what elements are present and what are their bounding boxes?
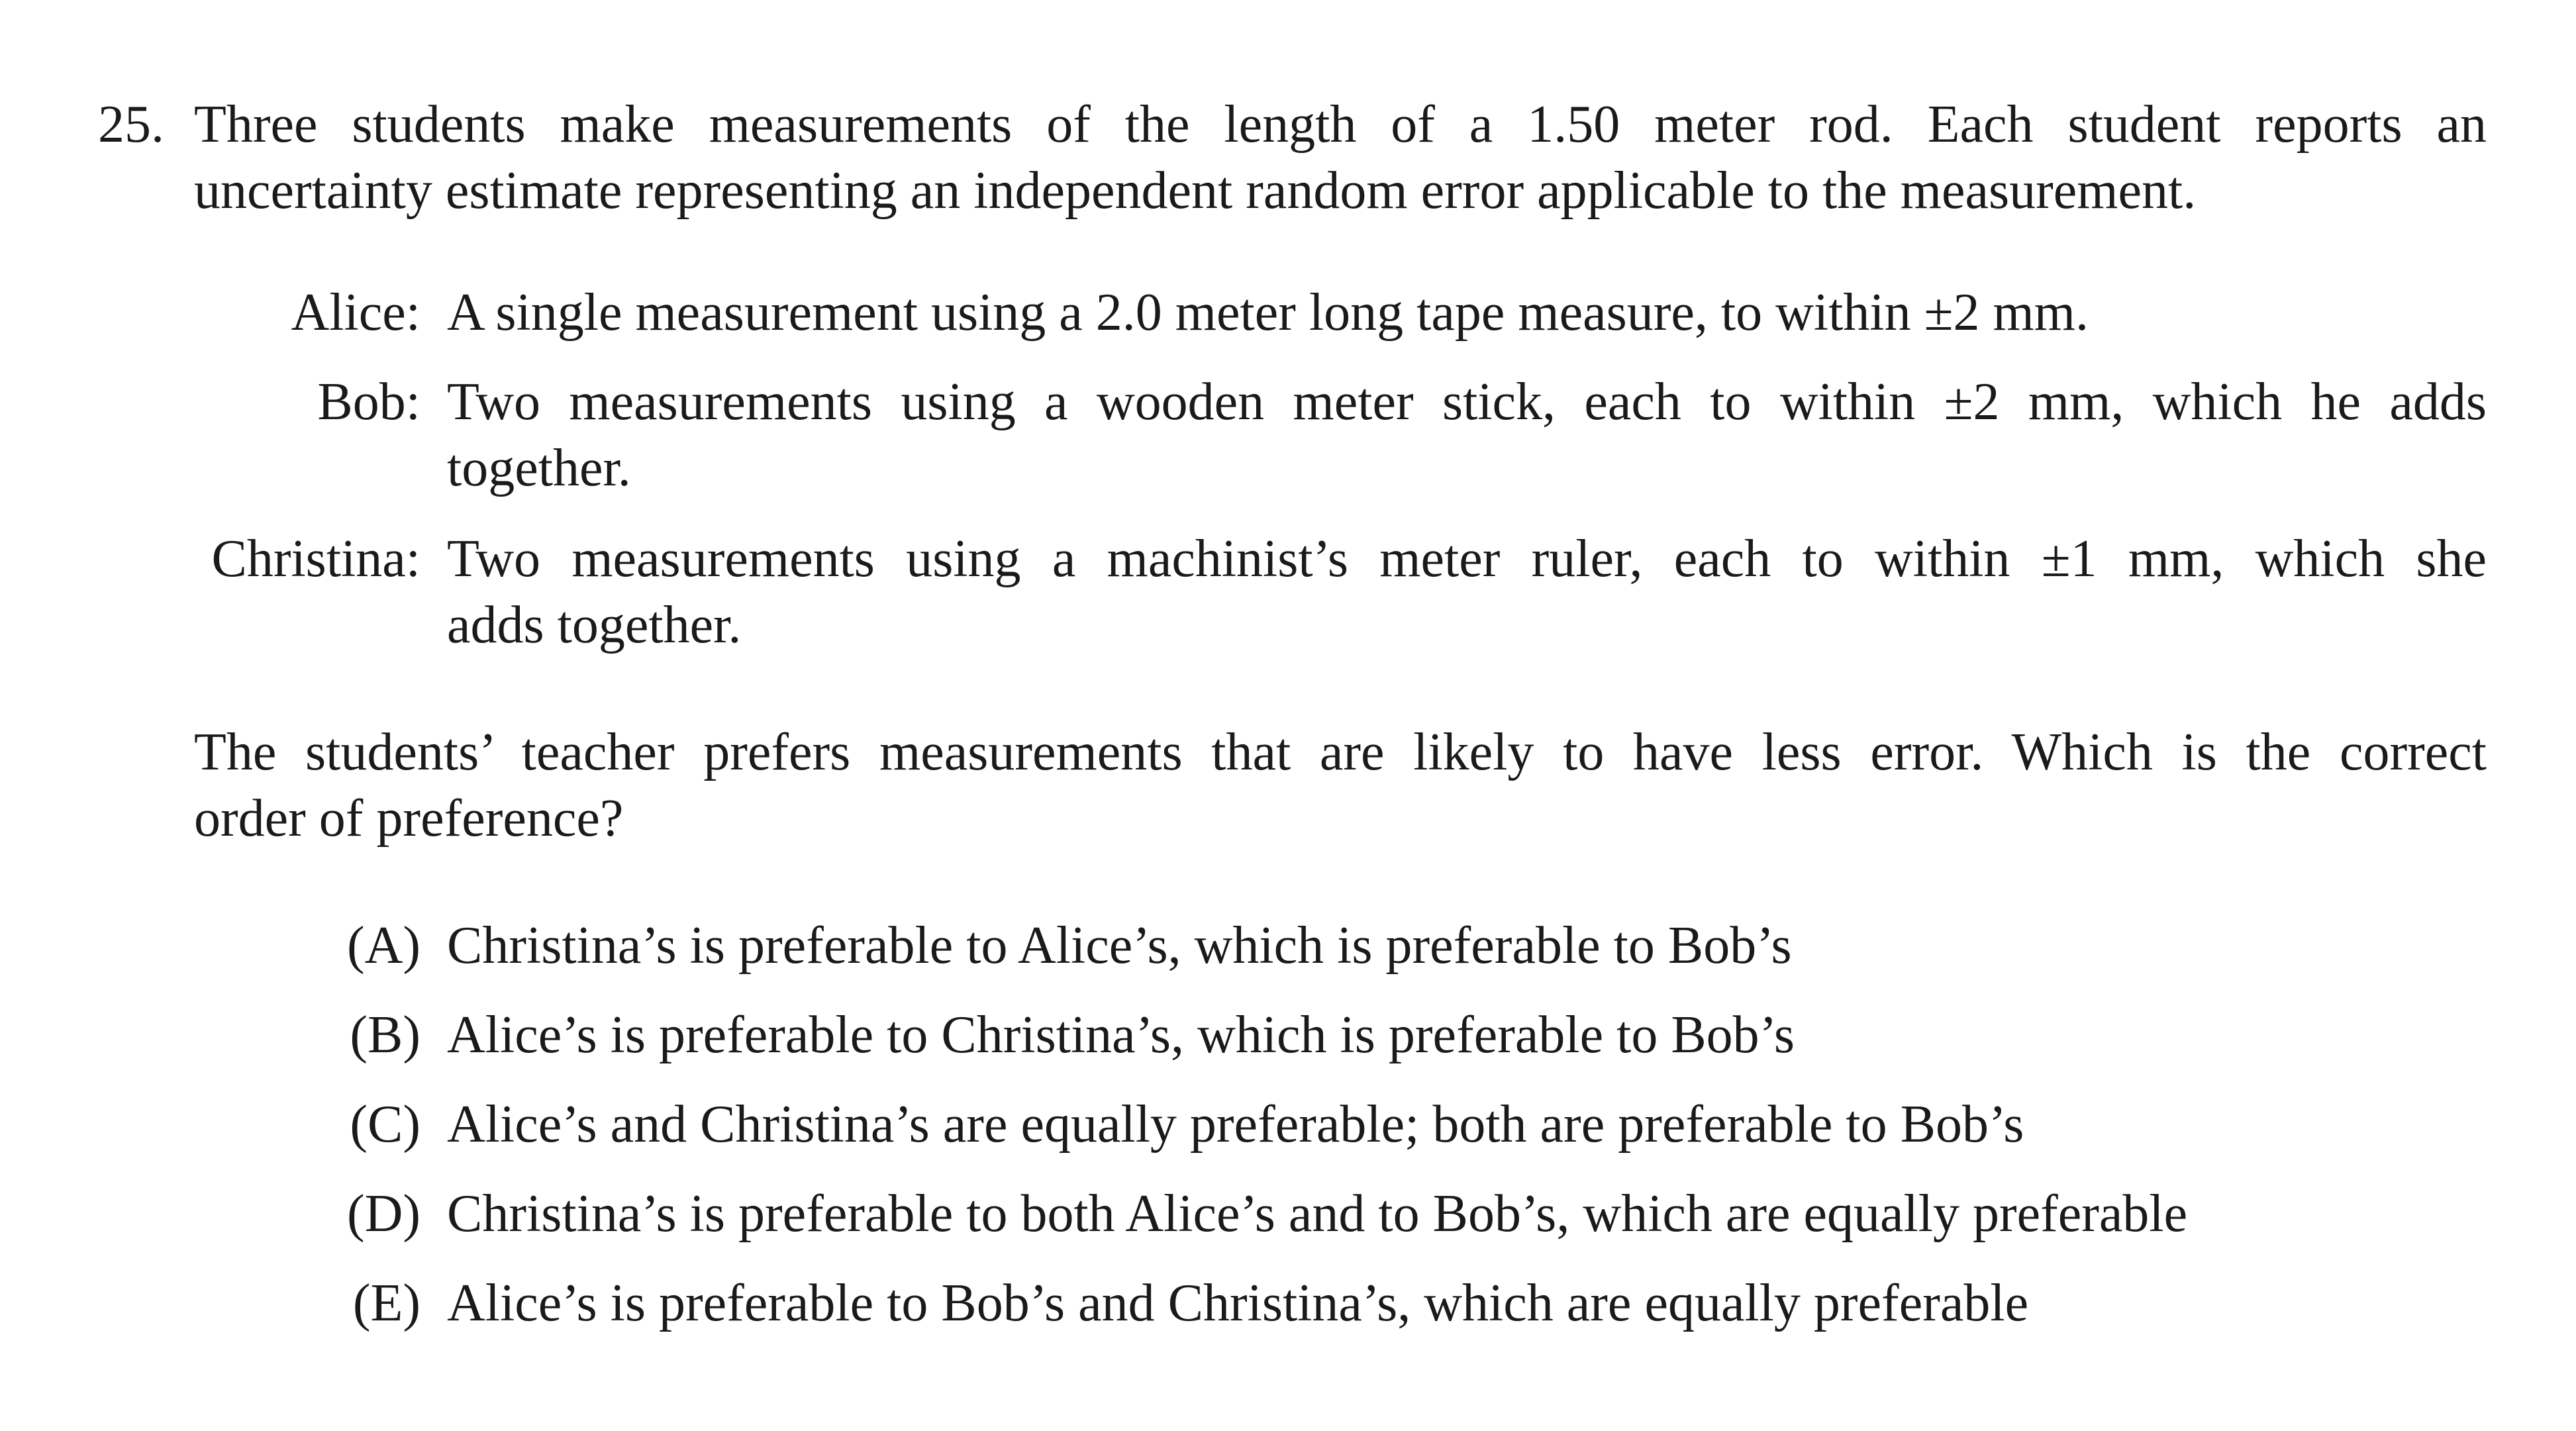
- question-intro-line-2: uncertainty estimate representing an ind…: [194, 162, 2197, 220]
- choice-text-a: Christina’s is preferable to Alice’s, wh…: [447, 916, 1792, 975]
- choice-label-a: (A): [346, 916, 421, 975]
- student-name-christina: Christina:: [211, 530, 421, 588]
- choice-text-d: Christina’s is preferable to both Alice’…: [447, 1185, 2188, 1243]
- choice-label-c: (C): [350, 1095, 421, 1154]
- question-page: 25. Three students make measurements of …: [0, 0, 2576, 1431]
- student-name-bob: Bob:: [317, 373, 421, 431]
- choice-label-d: (D): [346, 1185, 421, 1243]
- student-description-christina-line-1: Two measurements using a machinist’s met…: [447, 530, 2487, 588]
- choice-label-e: (E): [352, 1274, 421, 1332]
- choice-label-b: (B): [350, 1006, 421, 1064]
- student-description-bob-line-2: together.: [447, 439, 631, 497]
- choice-text-b: Alice’s is preferable to Christina’s, wh…: [447, 1006, 1795, 1064]
- student-description-alice: A single measurement using a 2.0 meter l…: [447, 283, 2089, 342]
- question-intro-line-1: Three students make measurements of the …: [194, 95, 2487, 154]
- question-prompt-line-1: The students’ teacher prefers measuremen…: [194, 723, 2487, 781]
- student-description-christina-line-2: adds together.: [447, 596, 742, 654]
- question-number: 25.: [98, 95, 164, 154]
- choice-text-e: Alice’s is preferable to Bob’s and Chris…: [447, 1274, 2029, 1332]
- question-prompt-line-2: order of preference?: [194, 789, 624, 848]
- student-name-alice: Alice:: [291, 283, 421, 342]
- student-description-bob-line-1: Two measurements using a wooden meter st…: [447, 373, 2487, 431]
- choice-text-c: Alice’s and Christina’s are equally pref…: [447, 1095, 2024, 1154]
